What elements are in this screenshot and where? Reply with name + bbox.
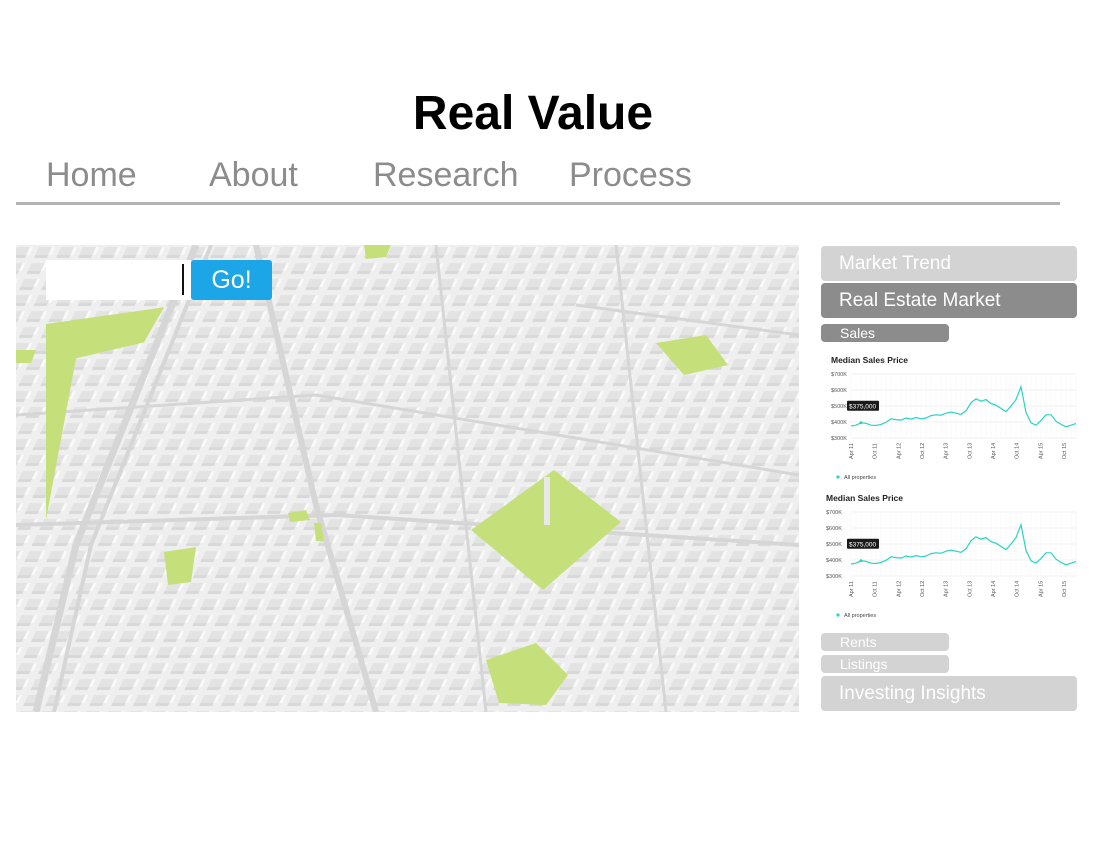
median-sales-price-chart-1: Median Sales Price $700K $600K $500K $400K $3… (831, 355, 1077, 481)
text-cursor (182, 264, 184, 295)
x-tick-label: Oct 11 (873, 581, 879, 597)
y-tick-label: $700K (826, 510, 842, 516)
tooltip-value: $375,000 (849, 403, 876, 410)
market-trend-button[interactable]: Market Trend (821, 246, 1077, 281)
y-tick-label: $400K (831, 420, 847, 426)
x-tick-label: Oct 12 (920, 581, 926, 597)
legend-marker (836, 613, 840, 617)
x-tick-label: Apr 11 (849, 443, 855, 459)
x-tick-label: Apr 15 (1038, 443, 1044, 459)
y-tick-label: $300K (826, 574, 842, 580)
y-tick-label: $300K (831, 436, 847, 442)
page-title: Real Value (412, 87, 654, 140)
x-tick-label: Apr 15 (1038, 581, 1044, 597)
x-tick-label: Apr 13 (944, 581, 950, 597)
y-tick-label: $600K (831, 388, 847, 394)
x-tick-label: Oct 13 (967, 581, 973, 597)
search-input[interactable] (46, 260, 191, 300)
nav-home[interactable]: Home (46, 156, 137, 195)
city-3d-map-icon (16, 245, 799, 712)
x-tick-label: Oct 15 (1062, 581, 1068, 597)
go-button[interactable]: Go! (191, 260, 272, 300)
y-tick-label: $500K (826, 542, 842, 548)
city-map[interactable]: Go! (16, 245, 799, 712)
x-tick-label: Apr 12 (896, 581, 902, 597)
investing-insights-button[interactable]: Investing Insights (821, 676, 1077, 711)
x-tick-label: Apr 14 (991, 581, 997, 597)
nav-process[interactable]: Process (569, 156, 692, 195)
sales-button[interactable]: Sales (821, 324, 949, 342)
x-tick-label: Apr 13 (944, 443, 950, 459)
x-tick-label: Oct 14 (1015, 443, 1021, 459)
x-tick-label: Apr 11 (849, 581, 855, 597)
y-tick-label: $700K (831, 372, 847, 378)
tooltip-value: $375,000 (849, 541, 876, 548)
x-tick-label: Oct 13 (967, 443, 973, 459)
x-tick-label: Apr 12 (896, 443, 902, 459)
median-sales-price-chart-2: Median Sales Price $700K $600K $500K $400K $3… (826, 493, 1077, 619)
sales-price-line (850, 522, 1077, 566)
tooltip-point (859, 421, 863, 425)
y-tick-label: $500K (831, 404, 847, 410)
tooltip-point (859, 559, 863, 563)
sales-price-line (850, 384, 1077, 428)
rents-button[interactable]: Rents (821, 633, 949, 651)
y-tick-label: $600K (826, 526, 842, 532)
chart-title: Median Sales Price (826, 493, 903, 503)
x-tick-label: Oct 12 (920, 443, 926, 459)
nav-research[interactable]: Research (373, 156, 519, 195)
x-tick-label: Apr 14 (991, 443, 997, 459)
nav-about[interactable]: About (209, 156, 298, 195)
legend-label: All properties (844, 613, 876, 619)
main-nav: Home About Research Process (16, 154, 1060, 205)
x-tick-label: Oct 11 (873, 443, 879, 459)
listings-button[interactable]: Listings (821, 655, 949, 673)
x-tick-label: Oct 15 (1062, 443, 1068, 459)
real-estate-market-button[interactable]: Real Estate Market (821, 283, 1077, 318)
legend-label: All properties (844, 475, 876, 481)
y-tick-label: $400K (826, 558, 842, 564)
x-tick-label: Oct 14 (1015, 581, 1021, 597)
chart-title: Median Sales Price (831, 355, 908, 365)
legend-marker (836, 475, 840, 479)
